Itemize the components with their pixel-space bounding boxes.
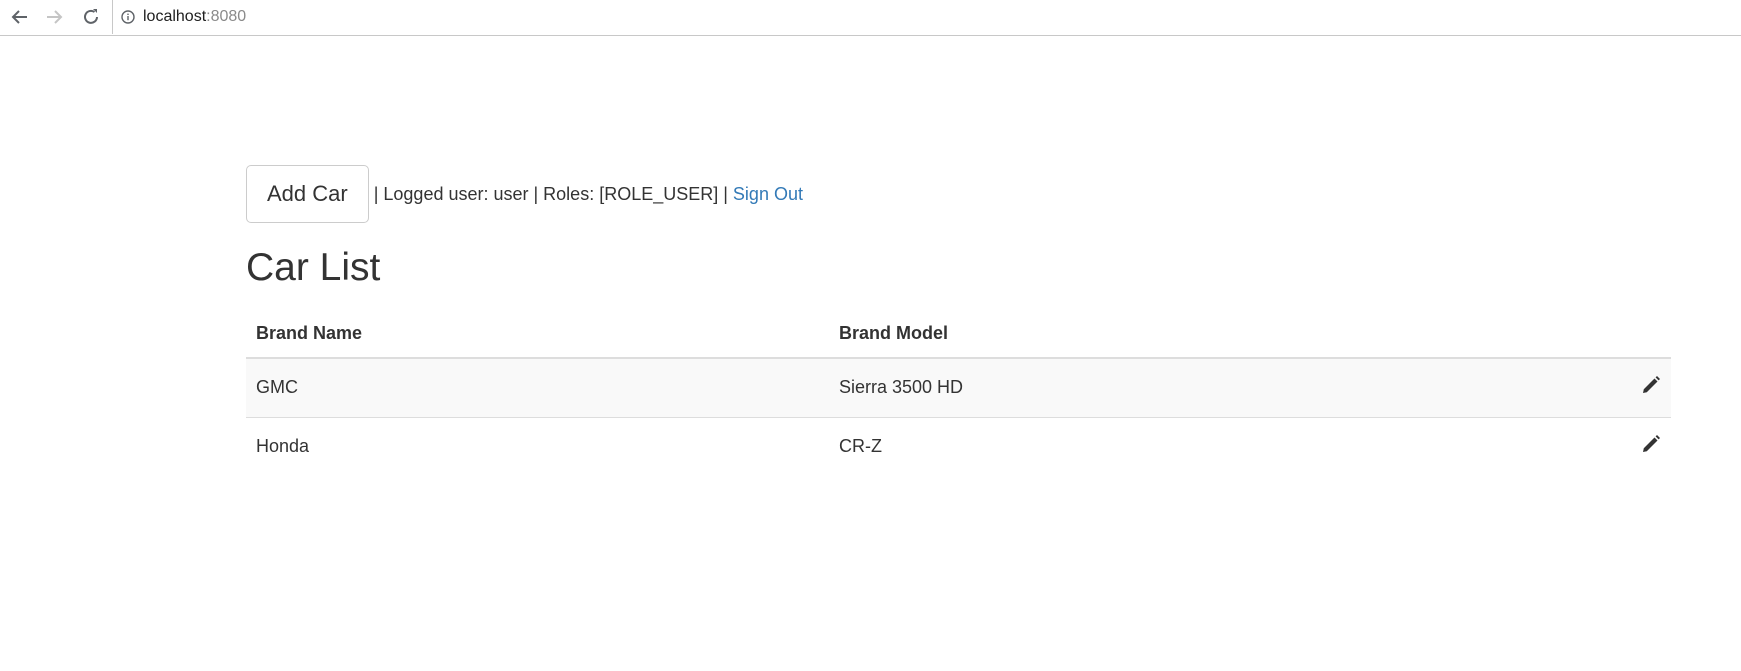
info-icon[interactable] bbox=[121, 10, 135, 24]
url-host: localhost bbox=[143, 8, 207, 25]
cell-brand-name: GMC bbox=[256, 377, 298, 398]
arrow-right-icon bbox=[47, 10, 63, 24]
car-toolbar: Add Car | Logged user: user | Roles: [RO… bbox=[246, 165, 1671, 223]
reload-button[interactable] bbox=[78, 4, 104, 30]
table-row: GMC Sierra 3500 HD bbox=[246, 357, 1671, 418]
sign-out-link[interactable]: Sign Out bbox=[733, 184, 803, 205]
url-text[interactable]: localhost:8080 bbox=[143, 8, 246, 26]
table-header-row: Brand Name Brand Model bbox=[246, 309, 1671, 359]
back-button[interactable] bbox=[7, 4, 33, 30]
url-port: :8080 bbox=[206, 8, 247, 25]
page-title: Car List bbox=[246, 246, 381, 289]
pencil-icon[interactable] bbox=[1641, 434, 1661, 454]
user-info-text: | Logged user: user | Roles: [ROLE_USER]… bbox=[373, 183, 728, 204]
cell-actions bbox=[1629, 416, 1671, 476]
pencil-icon[interactable] bbox=[1641, 375, 1661, 395]
header-brand-name: Brand Name bbox=[246, 309, 829, 359]
browser-toolbar: localhost:8080 bbox=[0, 0, 1741, 36]
header-actions bbox=[1629, 309, 1671, 359]
cell-actions bbox=[1629, 358, 1671, 418]
add-car-button[interactable]: Add Car bbox=[246, 165, 369, 223]
forward-button[interactable] bbox=[41, 4, 67, 30]
arrow-left-icon bbox=[11, 10, 27, 24]
address-bar[interactable]: localhost:8080 bbox=[112, 0, 1741, 34]
table-row: Honda CR-Z bbox=[246, 416, 1671, 476]
reload-icon bbox=[84, 9, 98, 24]
cell-brand-name: Honda bbox=[246, 416, 829, 476]
header-brand-model: Brand Model bbox=[829, 309, 1629, 359]
main-content: Add Car | Logged user: user | Roles: [RO… bbox=[246, 165, 1671, 476]
car-table: Brand Name Brand Model GMC Sierra 3500 H… bbox=[246, 309, 1671, 476]
cell-brand-model: Sierra 3500 HD bbox=[839, 377, 964, 398]
cell-brand-model: CR-Z bbox=[829, 416, 1629, 476]
